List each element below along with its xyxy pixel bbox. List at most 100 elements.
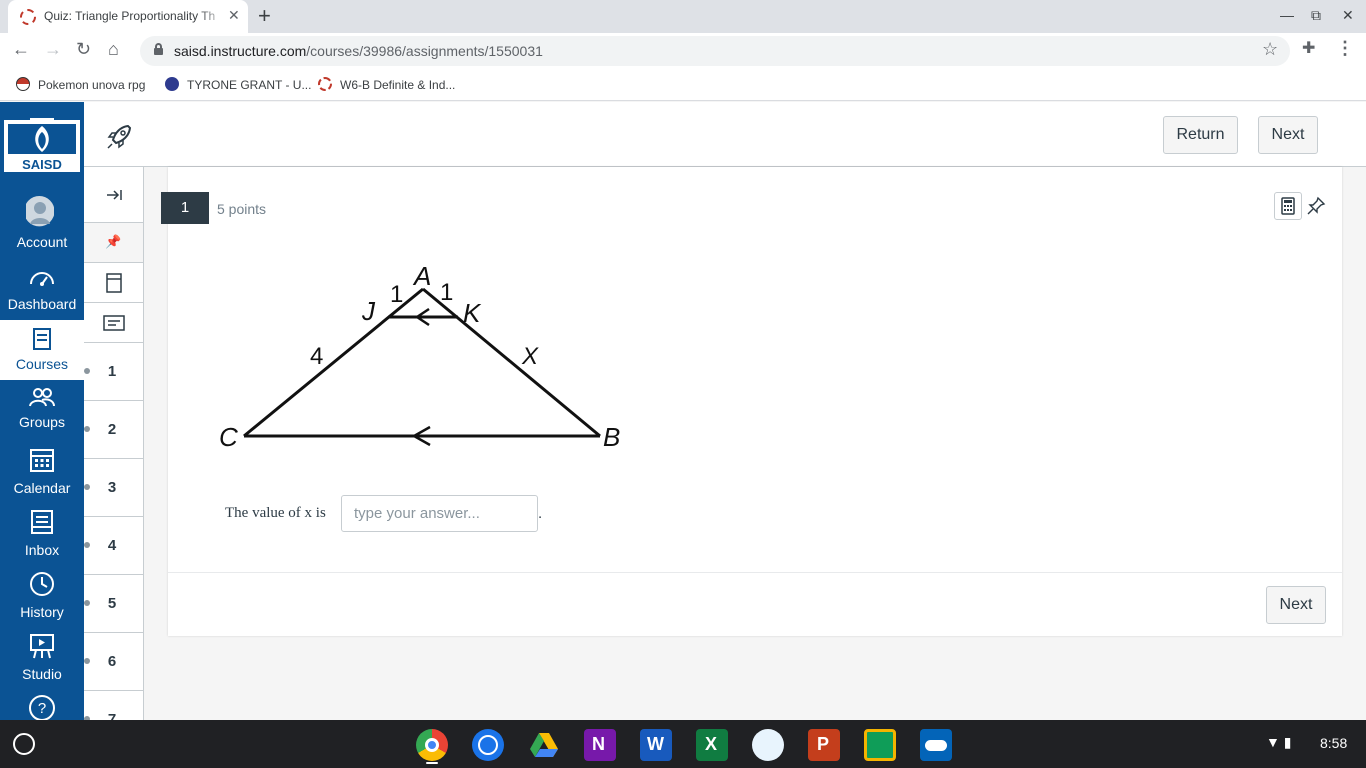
saisd-logo[interactable]: SAISD [0, 102, 84, 180]
question-nav-item[interactable]: 2 [84, 401, 143, 459]
browser-menu-icon[interactable]: ⋮ [1336, 38, 1354, 59]
browser-tab[interactable]: Quiz: Triangle Proportionality Th ✕ [8, 0, 248, 33]
pin-tool-button[interactable]: 📌 [84, 223, 143, 263]
calculator-tool-button[interactable] [84, 263, 143, 303]
bookmark-item[interactable]: W6-B Definite & Ind... [318, 77, 455, 92]
prompt-period: . [538, 505, 543, 522]
k-logo-icon [165, 77, 179, 91]
length-label-kb: X [521, 343, 539, 370]
nav-history[interactable]: History [0, 564, 84, 624]
nav-help[interactable]: ? [0, 688, 84, 720]
bookmark-item[interactable]: Pokemon unova rpg [16, 77, 145, 92]
launcher-icon[interactable] [13, 733, 35, 755]
reload-icon[interactable]: ↻ [76, 39, 91, 60]
vertex-label-j: J [361, 296, 376, 326]
question-sidebar: 📌 1 2 3 4 5 6 7 [84, 167, 144, 749]
question-points: 5 points [217, 201, 267, 217]
calculator-icon [1281, 197, 1295, 215]
nav-calendar[interactable]: Calendar [0, 440, 84, 500]
pokeball-icon [16, 77, 30, 91]
onedrive-icon[interactable] [920, 729, 952, 761]
drive-icon[interactable] [528, 729, 560, 761]
url-text: saisd.instructure.com/courses/39986/assi… [174, 43, 543, 59]
inbox-icon [31, 510, 53, 534]
svg-text:?: ? [38, 700, 46, 717]
question-nav-item[interactable]: 5 [84, 575, 143, 633]
length-label-jc: 4 [310, 343, 323, 370]
answer-input[interactable] [341, 495, 538, 532]
length-label-ak: 1 [440, 279, 453, 306]
close-tab-icon[interactable]: ✕ [228, 7, 240, 24]
next-button-top[interactable]: Next [1258, 116, 1318, 154]
cloud-icon[interactable] [752, 729, 784, 761]
pin-icon: 📌 [105, 234, 122, 249]
window-close-icon[interactable]: ✕ [1342, 7, 1354, 24]
word-icon[interactable]: W [640, 729, 672, 761]
length-label-aj: 1 [390, 281, 403, 308]
groups-icon [29, 388, 55, 407]
new-tab-icon[interactable]: + [258, 3, 271, 29]
question-nav-item[interactable]: 6 [84, 633, 143, 691]
account-icon [26, 196, 54, 227]
nav-studio[interactable]: Studio [0, 626, 84, 686]
address-bar[interactable]: saisd.instructure.com/courses/39986/assi… [140, 36, 1290, 66]
tab-title: Quiz: Triangle Proportionality Th [44, 9, 216, 23]
classroom-icon[interactable] [864, 729, 896, 761]
minimize-icon[interactable]: — [1280, 7, 1294, 23]
canvas-logo-icon [318, 77, 332, 91]
bookmark-item[interactable]: TYRONE GRANT - U... [165, 77, 311, 92]
os-taskbar: N W X P ▼ ▮ 8:58 [0, 720, 1366, 768]
vertex-label-b: B [603, 422, 620, 452]
browser-toolbar: ← → ↻ ⌂ saisd.instructure.com/courses/39… [0, 33, 1366, 69]
question-number-badge: 1 [161, 192, 209, 224]
calendar-icon [30, 449, 54, 472]
onenote-icon[interactable]: N [584, 729, 616, 761]
nav-groups[interactable]: Groups [0, 380, 84, 440]
tab-strip: Quiz: Triangle Proportionality Th ✕ + — … [0, 0, 1366, 33]
browser-icon[interactable] [472, 729, 504, 761]
rocket-icon [107, 124, 132, 149]
question-nav-item[interactable]: 4 [84, 517, 143, 575]
help-icon: ? [29, 695, 55, 720]
triangle-diagram: A J K C B 1 1 4 X [219, 261, 620, 452]
next-button-bottom[interactable]: Next [1266, 586, 1326, 624]
notepad-icon [105, 273, 122, 293]
canvas-favicon-icon [20, 9, 36, 25]
question-nav-item[interactable]: 1 [84, 343, 143, 401]
return-button[interactable]: Return [1163, 116, 1238, 154]
wifi-icon[interactable]: ▼ ▮ [1266, 734, 1291, 751]
courses-icon [33, 328, 51, 350]
back-icon[interactable]: ← [12, 39, 30, 60]
home-icon[interactable]: ⌂ [108, 39, 119, 60]
bookmarks-bar: Pokemon unova rpg TYRONE GRANT - U... W6… [0, 69, 1366, 101]
global-navigation: SAISD Account Dashboard Courses Groups C… [0, 102, 84, 720]
vertex-label-a: A [412, 261, 431, 291]
nav-account[interactable]: Account [0, 186, 84, 250]
question-nav-item[interactable]: 3 [84, 459, 143, 517]
active-app-indicator [426, 762, 438, 764]
quiz-title-partial [578, 160, 586, 170]
chrome-icon[interactable] [416, 729, 448, 761]
forward-icon[interactable]: → [44, 39, 62, 60]
nav-dashboard[interactable]: Dashboard [0, 260, 84, 320]
answer-prompt: The value of x is [225, 505, 326, 521]
extensions-icon[interactable]: ✚ [1302, 38, 1315, 58]
notes-icon [102, 315, 125, 331]
lock-icon [154, 43, 163, 55]
vertex-label-c: C [219, 422, 238, 452]
calculator-button[interactable] [1274, 192, 1302, 220]
bookmark-star-icon[interactable]: ☆ [1262, 39, 1278, 60]
collapse-sidebar-button[interactable] [84, 167, 143, 223]
clock[interactable]: 8:58 [1320, 735, 1347, 751]
notes-tool-button[interactable] [84, 303, 143, 343]
side-ab [422, 287, 601, 438]
pin-question-icon[interactable] [1306, 196, 1326, 216]
nav-inbox[interactable]: Inbox [0, 502, 84, 562]
powerpoint-icon[interactable]: P [808, 729, 840, 761]
studio-icon [30, 634, 54, 659]
logo-text: SAISD [22, 157, 62, 172]
restore-icon[interactable]: ⧉ [1311, 7, 1321, 24]
nav-courses[interactable]: Courses [0, 320, 84, 380]
excel-icon[interactable]: X [696, 729, 728, 761]
side-ca [243, 287, 424, 438]
